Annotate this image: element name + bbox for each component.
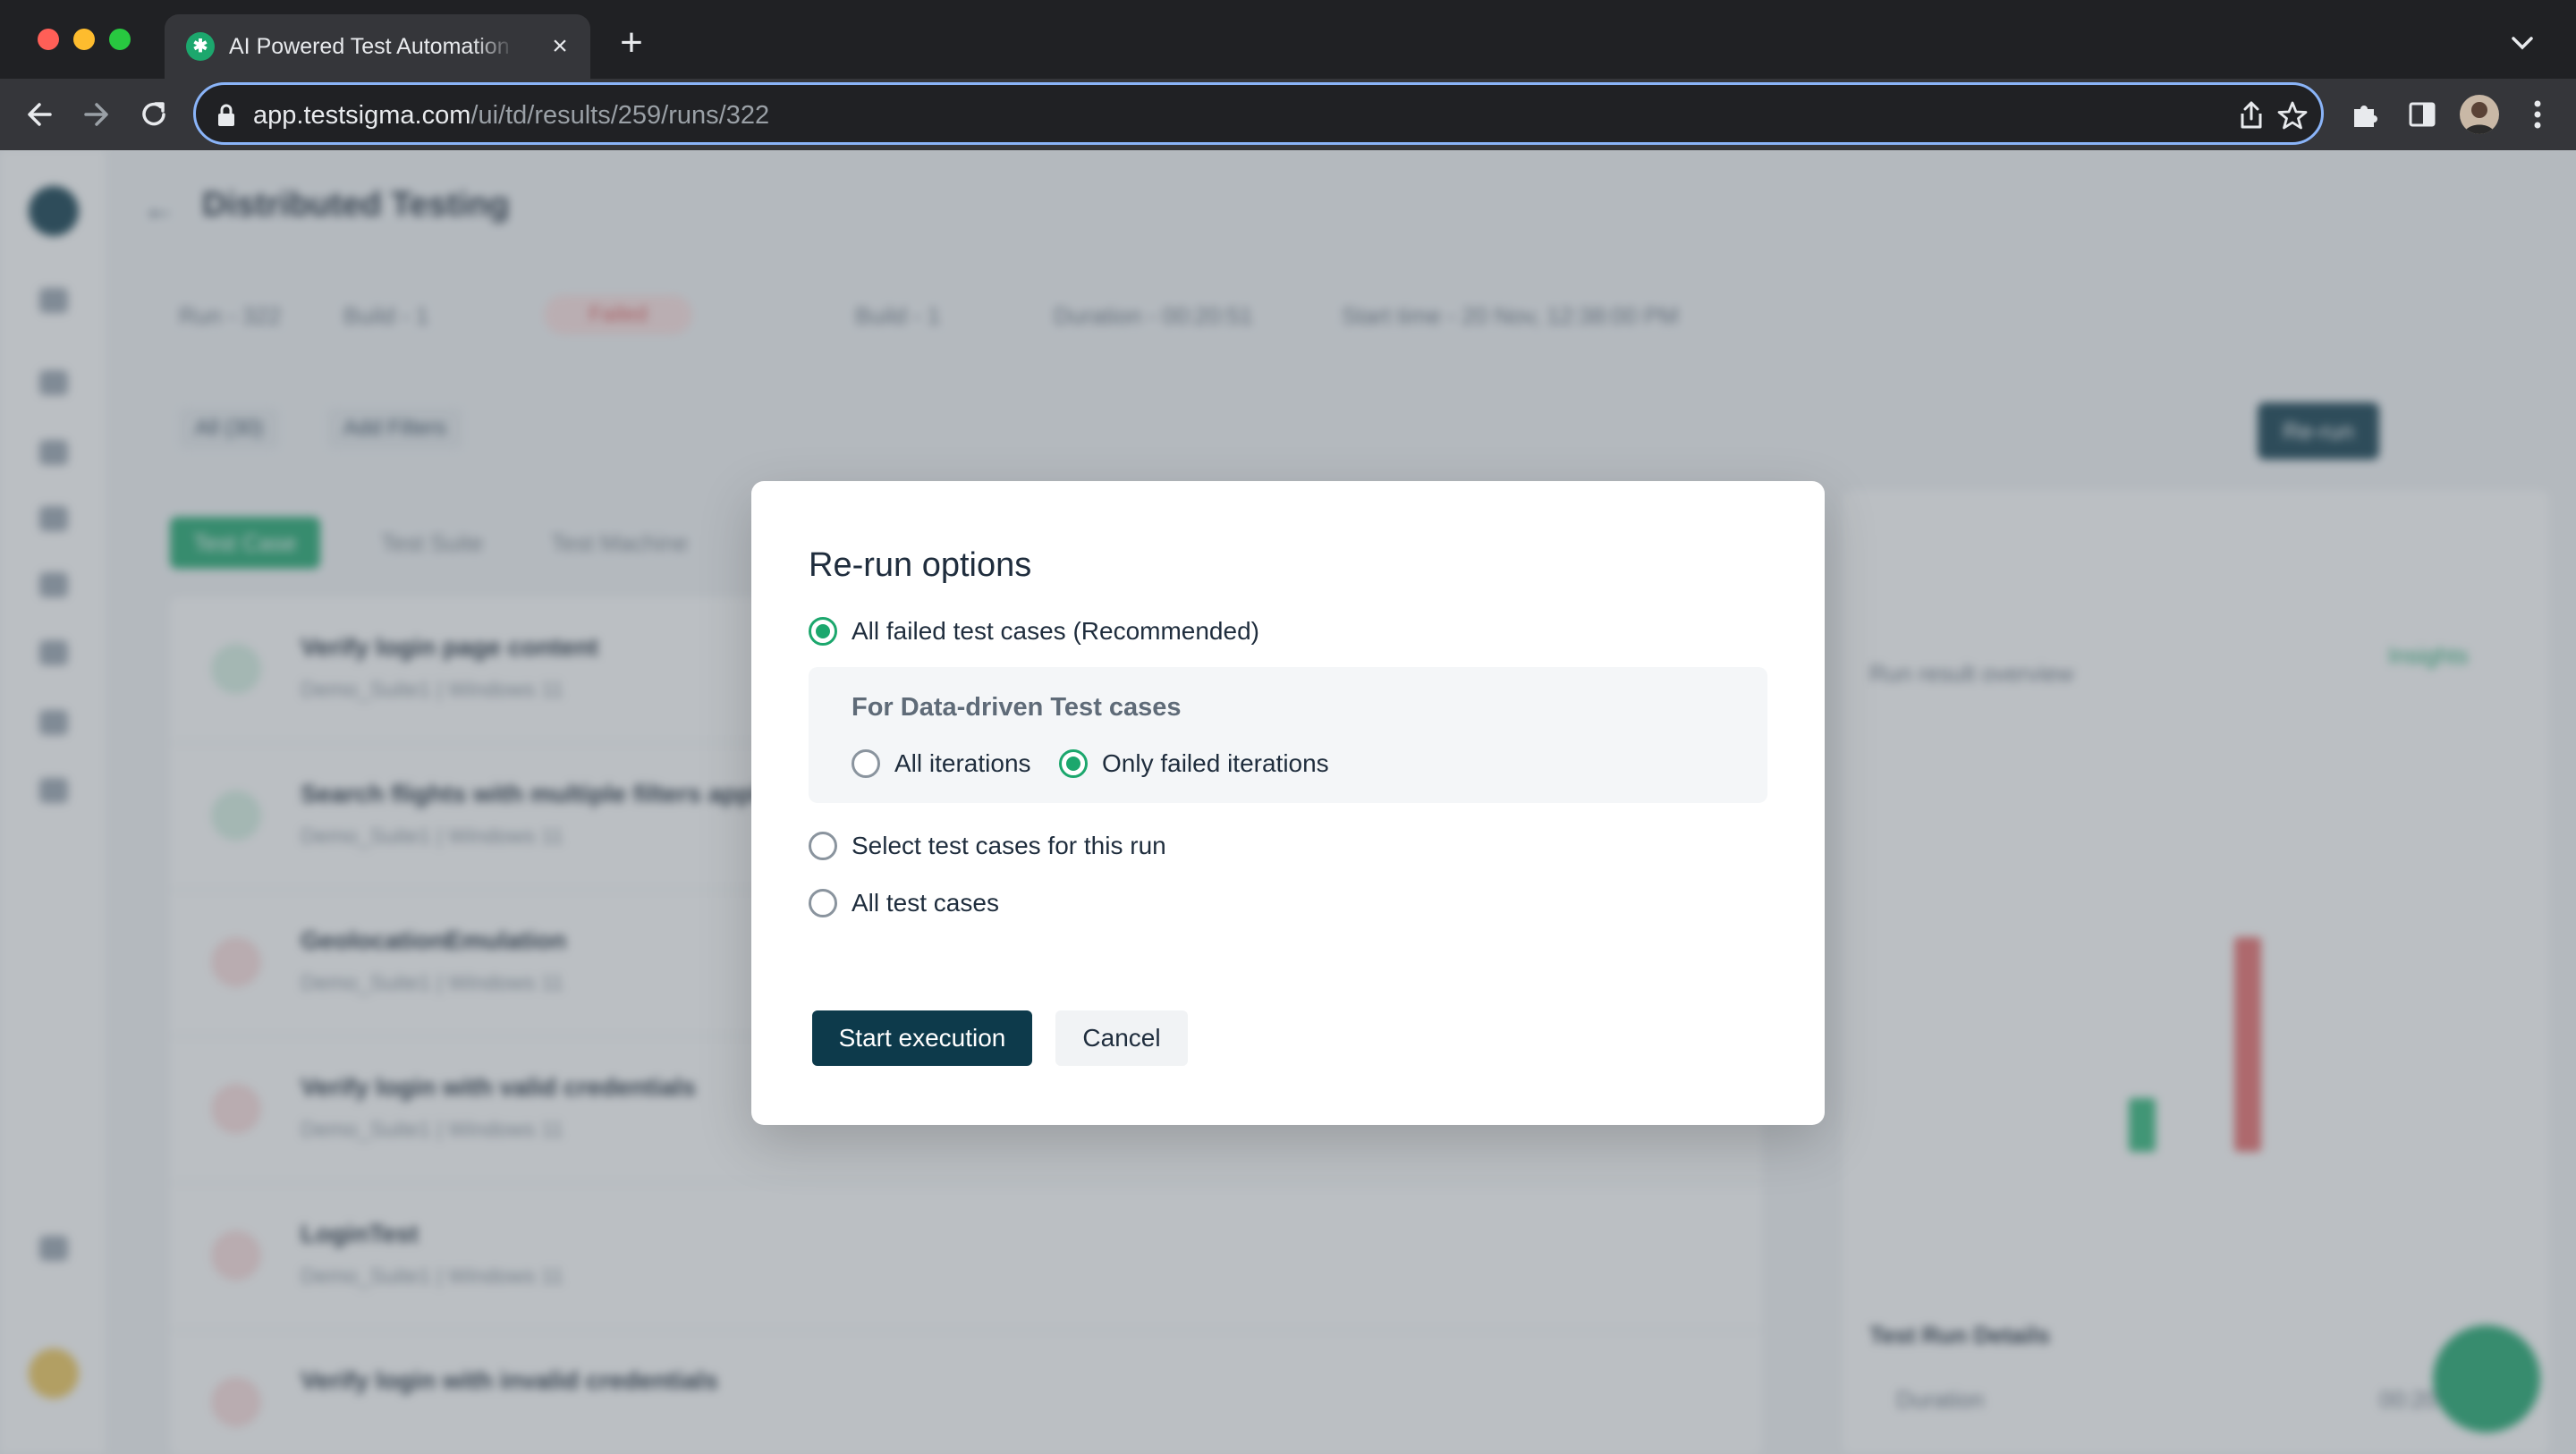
select-cases-label[interactable]: Select test cases for this run (852, 832, 1166, 860)
all-iterations-label[interactable]: All iterations (894, 749, 1031, 778)
bookmark-star-icon[interactable] (2276, 99, 2309, 131)
minimize-window-button[interactable] (73, 29, 95, 50)
only-failed-iterations-radio[interactable] (1059, 749, 1088, 778)
maximize-window-button[interactable] (109, 29, 131, 50)
close-tab-icon[interactable]: × (544, 30, 576, 63)
dialog-title: Re-run options (809, 546, 1032, 584)
browser-toolbar: app.testsigma.com/ui/td/results/259/runs… (0, 79, 2576, 150)
browser-tab[interactable]: ✱ AI Powered Test Automation Platform × (165, 14, 590, 79)
share-icon[interactable] (2235, 99, 2267, 131)
url-host: app.testsigma.com (253, 101, 471, 130)
data-driven-options-box: For Data-driven Test cases All iteration… (809, 667, 1767, 803)
page-viewport: ← Distributed Testing Run - 322 Build - … (0, 150, 2576, 1454)
testsigma-favicon-icon: ✱ (186, 32, 215, 61)
cancel-button[interactable]: Cancel (1055, 1010, 1188, 1066)
all-failed-radio[interactable] (809, 617, 837, 646)
all-cases-label[interactable]: All test cases (852, 889, 999, 917)
data-driven-title: For Data-driven Test cases (852, 693, 1182, 722)
more-menu-icon[interactable] (2524, 97, 2551, 132)
tab-title: AI Powered Test Automation Platform (229, 34, 515, 59)
browser-titlebar: ✱ AI Powered Test Automation Platform × … (0, 0, 2576, 79)
select-cases-radio[interactable] (809, 832, 837, 860)
reload-icon[interactable] (132, 93, 175, 136)
avatar-icon (2463, 102, 2496, 134)
url-path: /ui/td/results/259/runs/322 (470, 101, 770, 130)
only-failed-iterations-label[interactable]: Only failed iterations (1102, 749, 1329, 778)
start-execution-button[interactable]: Start execution (812, 1010, 1032, 1066)
all-failed-label[interactable]: All failed test cases (Recommended) (852, 617, 1259, 646)
back-arrow-icon[interactable] (18, 93, 61, 136)
new-tab-icon[interactable]: + (612, 23, 651, 63)
side-panel-icon[interactable] (2406, 98, 2438, 131)
address-bar[interactable]: app.testsigma.com/ui/td/results/259/runs… (193, 82, 2324, 145)
url-text: app.testsigma.com/ui/td/results/259/runs… (253, 100, 769, 131)
lock-icon[interactable] (216, 103, 237, 128)
extensions-puzzle-icon[interactable] (2349, 98, 2381, 131)
rerun-options-dialog: Re-run options All failed test cases (Re… (751, 481, 1825, 1125)
all-iterations-radio[interactable] (852, 749, 880, 778)
all-cases-radio[interactable] (809, 889, 837, 917)
close-window-button[interactable] (38, 29, 59, 50)
chevron-down-icon[interactable] (2504, 25, 2540, 61)
profile-avatar[interactable] (2460, 95, 2499, 134)
forward-arrow-icon[interactable] (75, 93, 118, 136)
